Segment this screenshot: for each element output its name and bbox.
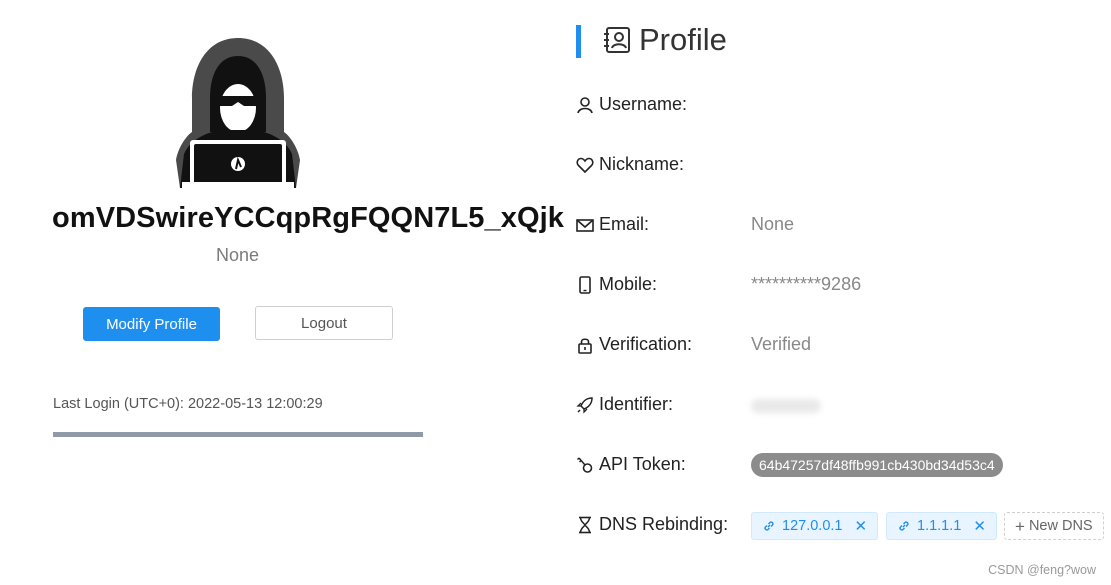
link-icon [899,521,909,531]
link-icon [764,521,774,531]
email-value: None [751,214,795,234]
mobile-row: Mobile: **********9286 [576,270,1111,300]
login-progress-fill [53,432,423,437]
close-icon[interactable]: ✕ [854,517,867,535]
email-row: Email: None [576,210,1111,240]
last-login-text: Last Login (UTC+0): 2022-05-13 12:00:29 [53,396,323,412]
heart-icon [576,157,594,174]
nickname-row: Nickname: [576,150,1111,180]
identifier-label: Identifier: [599,394,674,414]
verification-value: Verified [751,334,812,354]
api-token-label: API Token: [599,454,686,474]
mobile-label: Mobile: [599,274,658,294]
modify-profile-button[interactable]: Modify Profile [83,307,220,341]
user-display-name: omVDSwireYCCqpRgFQQN7L5_xQjk [52,202,565,234]
dns-tag[interactable]: 127.0.0.1 ✕ [751,512,879,540]
dns-rebinding-label: DNS Rebinding: [599,514,729,534]
contact-card-icon [604,27,630,53]
phone-icon [579,276,591,294]
api-token-badge[interactable]: 64b47257df48ffb991cb430bd34d53c4 [751,453,1003,477]
api-token-row: API Token: 64b47257df48ffb991cb430bd34d5… [576,450,1111,480]
identifier-redacted [751,399,821,413]
lock-icon [578,338,592,354]
user-icon [577,97,593,114]
hacker-avatar [176,38,300,188]
dns-tag[interactable]: 1.1.1.1 ✕ [886,512,997,540]
username-label: Username: [599,94,688,114]
email-label: Email: [599,214,650,234]
hourglass-icon [579,516,591,534]
dns-tag-label: 127.0.0.1 [782,518,843,534]
watermark: CSDN @feng?wow [988,563,1096,577]
mobile-value: **********9286 [751,274,862,294]
profile-title: Profile [639,22,727,57]
user-card: omVDSwireYCCqpRgFQQN7L5_xQjk None Modify… [0,0,570,585]
dns-tag-label: 1.1.1.1 [917,518,962,534]
close-icon[interactable]: ✕ [973,517,986,535]
login-progress-bar [53,432,423,437]
key-icon [576,457,593,473]
dns-rebinding-row: DNS Rebinding: 127.0.0.1 ✕ 1.1.1.1 ✕ + N… [576,510,1111,540]
nickname-label: Nickname: [599,154,685,174]
plus-icon: + [1015,516,1025,536]
new-dns-label: New DNS [1028,518,1093,534]
logout-button[interactable]: Logout [255,306,393,340]
profile-panel: Profile Username: Nickname: Email: None … [570,0,1111,585]
envelope-icon [576,219,594,232]
new-dns-button[interactable]: + New DNS [1004,512,1104,540]
rocket-icon [576,397,593,414]
verification-row: Verification: Verified [576,330,1111,360]
section-accent-bar [576,25,581,58]
username-row: Username: [576,90,1111,120]
identifier-row: Identifier: [576,390,1111,420]
verification-label: Verification: [599,334,693,354]
user-subtitle: None [216,245,260,265]
